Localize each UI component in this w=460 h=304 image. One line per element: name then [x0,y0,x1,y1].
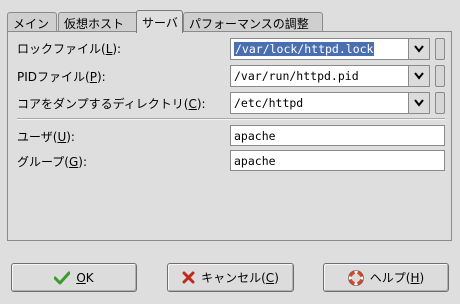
tab-server[interactable]: サーバ [136,10,183,33]
core-dump-dir-dropdown-button[interactable] [408,92,430,114]
lock-file-dropdown-button[interactable] [408,38,430,60]
server-settings-panel: ロックファイル(L): /var/lock/httpd.lock PIDファイル… [7,31,452,241]
group-field[interactable]: apache [230,150,445,171]
pid-file-dropdown-button[interactable] [408,65,430,87]
help-button[interactable]: ヘルプ(H) [323,263,449,292]
tab-virtual-hosts[interactable]: 仮想ホスト [58,12,138,32]
tab-label: サーバ [142,16,178,30]
tab-label: 仮想ホスト [64,17,125,31]
chevron-down-icon [414,99,424,107]
pid-file-value[interactable]: /var/run/httpd.pid [234,69,359,83]
lock-file-label: ロックファイル(L): [17,42,122,56]
close-icon [182,271,195,284]
help-label: ヘルプ(H) [369,271,425,285]
ok-button[interactable]: OK [11,263,137,292]
cancel-button[interactable]: キャンセル(C) [167,263,294,292]
cancel-label: キャンセル(C) [201,271,279,285]
core-dump-dir-browse-button[interactable] [435,92,445,114]
tab-performance-tuning[interactable]: パフォーマンスの調整 [183,12,323,32]
core-dump-dir-combo[interactable]: /etc/httpd [230,92,430,114]
lock-file-browse-button[interactable] [435,38,445,60]
group-value: apache [234,154,276,168]
user-value: apache [234,129,276,143]
core-dump-dir-value[interactable]: /etc/httpd [234,96,303,110]
group-label: グループ(G): [17,155,88,169]
pid-file-browse-button[interactable] [435,65,445,87]
user-field[interactable]: apache [230,125,445,146]
pid-file-label: PIDファイル(P): [17,70,106,84]
tab-main[interactable]: メイン [7,12,57,32]
tab-label: パフォーマンスの調整 [189,17,309,31]
chevron-down-icon [414,72,424,80]
tab-label: メイン [13,17,50,31]
separator [17,118,445,120]
lock-file-combo[interactable]: /var/lock/httpd.lock [230,38,430,60]
check-icon [54,271,71,285]
user-label: ユーザ(U): [17,130,75,144]
core-dump-dir-label: コアをダンプするディレクトリ(C): [17,97,206,111]
ok-label: OK [76,270,94,285]
chevron-down-icon [414,45,424,53]
lifebuoy-help-icon [347,269,364,286]
pid-file-combo[interactable]: /var/run/httpd.pid [230,65,430,87]
lock-file-value[interactable]: /var/lock/httpd.lock [234,42,375,56]
